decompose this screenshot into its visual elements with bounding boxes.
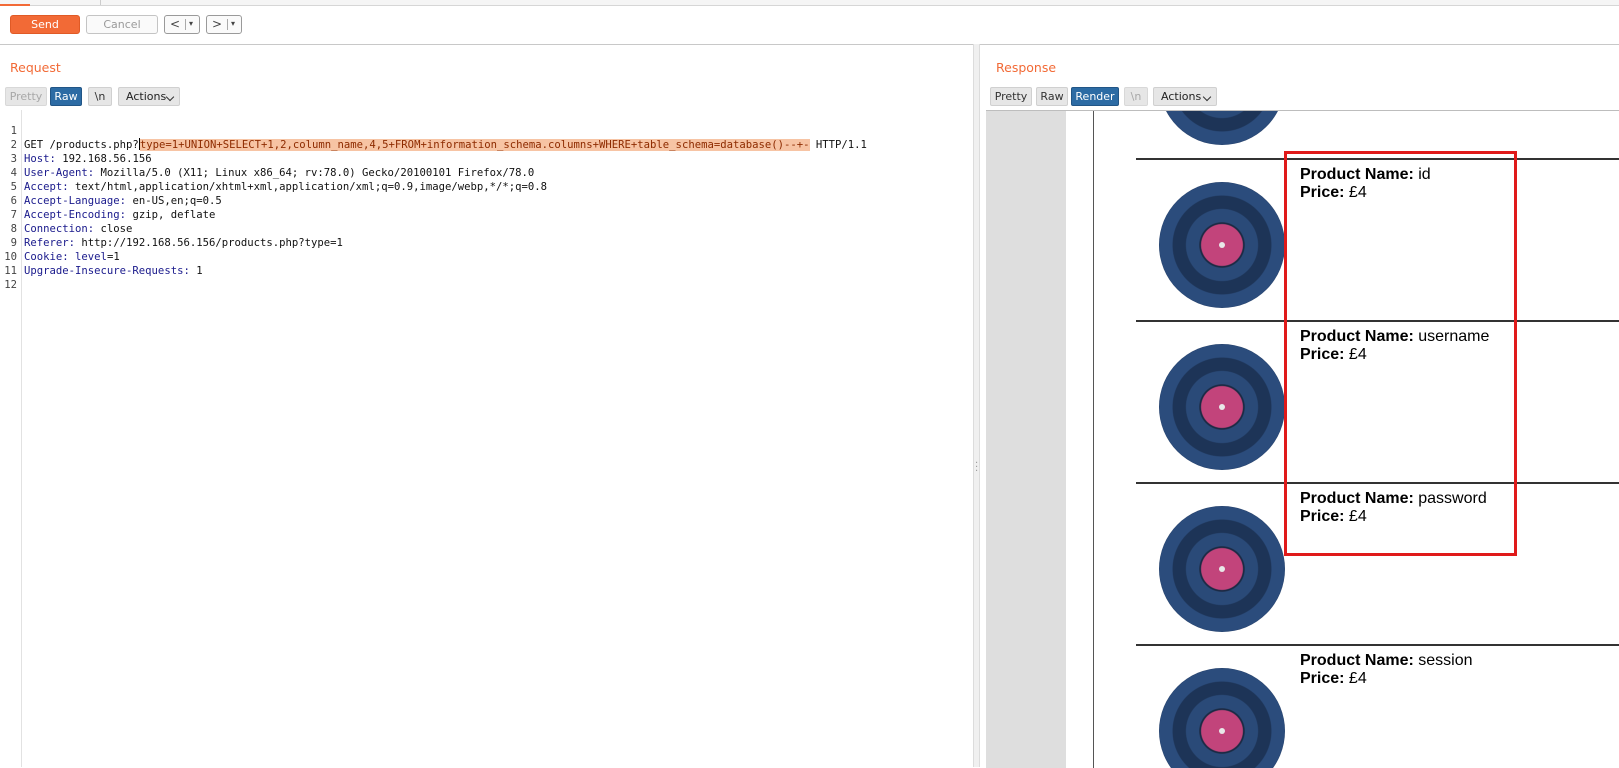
- chevron-down-icon[interactable]: ▾: [231, 16, 235, 32]
- editor-line: 6 Accept-Encoding: gzip, deflate: [0, 180, 216, 221]
- header-name: Referer: [24, 237, 69, 249]
- request-path: GET /products.php?: [24, 139, 139, 151]
- header-line: Accept-Encoding: gzip, deflate: [24, 209, 216, 221]
- forward-arrow-icon: >: [212, 17, 223, 31]
- header-value: 192.168.56.156: [55, 153, 152, 165]
- chevron-down-icon: [1202, 92, 1212, 102]
- product-divider: [1136, 644, 1619, 646]
- editor-line: 12: [0, 264, 26, 291]
- editor-line: 3 User-Agent: Mozilla/5.0 (X11; Linux x8…: [0, 138, 535, 179]
- response-actions-button[interactable]: Actions: [1153, 87, 1217, 106]
- actions-label: Actions: [126, 90, 167, 103]
- request-actions-button[interactable]: Actions: [118, 87, 180, 106]
- selected-payload[interactable]: type=1+UNION+SELECT+1,2,column_name,4,5+…: [139, 139, 810, 151]
- tab-response-raw[interactable]: Raw: [1036, 87, 1068, 106]
- cancel-button[interactable]: Cancel: [86, 15, 158, 34]
- http-version: HTTP/1.1: [809, 139, 867, 151]
- vinyl-record-image: [1159, 182, 1285, 308]
- line-number: 12: [4, 279, 17, 291]
- editor-line: 7 Connection: close: [0, 194, 133, 235]
- editor-line: 1 GET /products.php?type=1+UNION+SELECT+…: [0, 110, 867, 151]
- request-line: GET /products.php?type=1+UNION+SELECT+1,…: [24, 138, 867, 152]
- header-line: Connection: close: [24, 223, 133, 235]
- cookie-name: level: [68, 251, 107, 263]
- header-value: gzip, deflate: [126, 209, 216, 221]
- chevron-down-icon: [165, 92, 175, 102]
- vinyl-record-image: [1159, 111, 1285, 145]
- header-line: Accept: text/html,application/xhtml+xml,…: [24, 181, 548, 193]
- header-value: http://192.168.56.156/products.php?type=…: [75, 237, 343, 249]
- forward-button[interactable]: > ▾: [206, 15, 242, 34]
- drag-handle-icon[interactable]: · · ·: [975, 459, 978, 477]
- repeater-tab[interactable]: [0, 0, 101, 6]
- header-value: close: [94, 223, 133, 235]
- divider: [185, 19, 186, 30]
- vinyl-record-image: [1159, 506, 1285, 632]
- page-border: [1093, 111, 1094, 768]
- rendered-response[interactable]: Product Name: id Price: £4 Product Name:…: [986, 110, 1619, 768]
- request-title: Request: [10, 60, 61, 75]
- header-line: Cookie: level=1: [24, 251, 120, 263]
- response-title: Response: [996, 60, 1057, 75]
- pane-splitter[interactable]: · · ·: [973, 44, 980, 767]
- editor-line: 2 Host: 192.168.56.156: [0, 124, 152, 165]
- header-name: Accept-Encoding: [24, 209, 120, 221]
- header-value: Mozilla/5.0 (X11; Linux x86_64; rv:78.0)…: [94, 167, 535, 179]
- product-item: Product Name: session Price: £4: [1300, 652, 1473, 688]
- chevron-down-icon[interactable]: ▾: [189, 16, 193, 32]
- tab-response-render[interactable]: Render: [1071, 87, 1119, 106]
- header-name: Upgrade-Insecure-Requests: [24, 265, 184, 277]
- editor-line: 5 Accept-Language: en-US,en;q=0.5: [0, 166, 222, 207]
- tab-request-pretty[interactable]: Pretty: [5, 87, 47, 106]
- request-editor[interactable]: 1 GET /products.php?type=1+UNION+SELECT+…: [0, 110, 973, 767]
- editor-line: 4 Accept: text/html,application/xhtml+xm…: [0, 152, 547, 193]
- editor-line: 9 Cookie: level=1: [0, 222, 120, 263]
- header-name: Cookie: [24, 251, 63, 263]
- header-line: Referer: http://192.168.56.156/products.…: [24, 237, 343, 249]
- product-price: Price: £4: [1300, 670, 1367, 687]
- header-name: User-Agent: [24, 167, 88, 179]
- header-line: Accept-Language: en-US,en;q=0.5: [24, 195, 222, 207]
- toolbar: Send Cancel < ▾ > ▾: [0, 6, 1619, 45]
- header-line: Host: 192.168.56.156: [24, 153, 152, 165]
- editor-line: 8 Referer: http://192.168.56.156/product…: [0, 208, 343, 249]
- send-button[interactable]: Send: [10, 15, 80, 34]
- header-value: en-US,en;q=0.5: [126, 195, 222, 207]
- header-line: Upgrade-Insecure-Requests: 1: [24, 265, 203, 277]
- header-value: 1: [189, 265, 203, 277]
- header-value: =1: [106, 251, 120, 263]
- header-line: User-Agent: Mozilla/5.0 (X11; Linux x86_…: [24, 167, 535, 179]
- header-name: Host: [24, 153, 50, 165]
- editor-line: 10 Upgrade-Insecure-Requests: 1: [0, 236, 202, 277]
- product-name: Product Name: session: [1300, 652, 1473, 669]
- vinyl-record-image: [1159, 344, 1285, 470]
- header-value: text/html,application/xhtml+xml,applicat…: [68, 181, 548, 193]
- tab-response-pretty[interactable]: Pretty: [990, 87, 1032, 106]
- editor-line: 11: [0, 250, 26, 277]
- divider: [227, 19, 228, 30]
- back-button[interactable]: < ▾: [164, 15, 200, 34]
- tab-response-newline[interactable]: \n: [1124, 87, 1148, 106]
- header-name: Connection: [24, 223, 88, 235]
- back-arrow-icon: <: [170, 17, 181, 31]
- header-name: Accept: [24, 181, 63, 193]
- page-margin: [986, 111, 1066, 768]
- tab-request-raw[interactable]: Raw: [50, 87, 82, 106]
- vinyl-record-image: [1159, 668, 1285, 768]
- tab-request-newline[interactable]: \n: [88, 87, 112, 106]
- highlight-annotation-box: [1284, 151, 1517, 556]
- header-name: Accept-Language: [24, 195, 120, 207]
- actions-label: Actions: [1161, 90, 1202, 103]
